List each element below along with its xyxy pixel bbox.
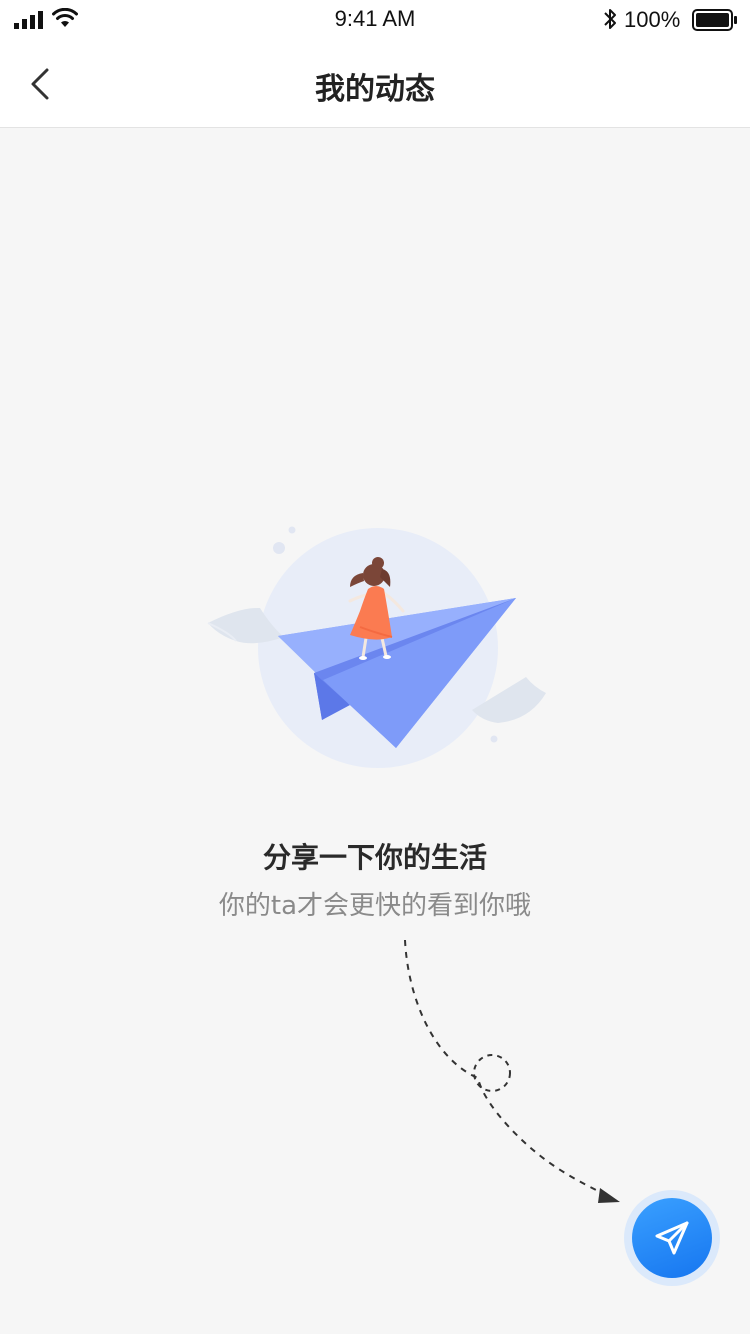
- dashed-arrow-decoration: [404, 939, 620, 1203]
- battery-icon: [692, 9, 737, 31]
- bluetooth-icon: [604, 9, 616, 29]
- paper-plane-girl-illustration: [207, 526, 546, 768]
- post-moment-button[interactable]: [632, 1198, 712, 1278]
- send-icon: [655, 1221, 689, 1255]
- fab-halo: [624, 1190, 720, 1286]
- empty-state-subtitle: 你的ta才会更快的看到你哦: [218, 891, 532, 921]
- battery-percentage: 100%: [624, 7, 681, 32]
- navigation-bar: 我的动态: [0, 40, 750, 128]
- status-bar: 9:41 AM 100%: [0, 0, 750, 40]
- page-title: 我的动态: [315, 72, 435, 107]
- empty-state-title: 分享一下你的生活: [262, 841, 487, 874]
